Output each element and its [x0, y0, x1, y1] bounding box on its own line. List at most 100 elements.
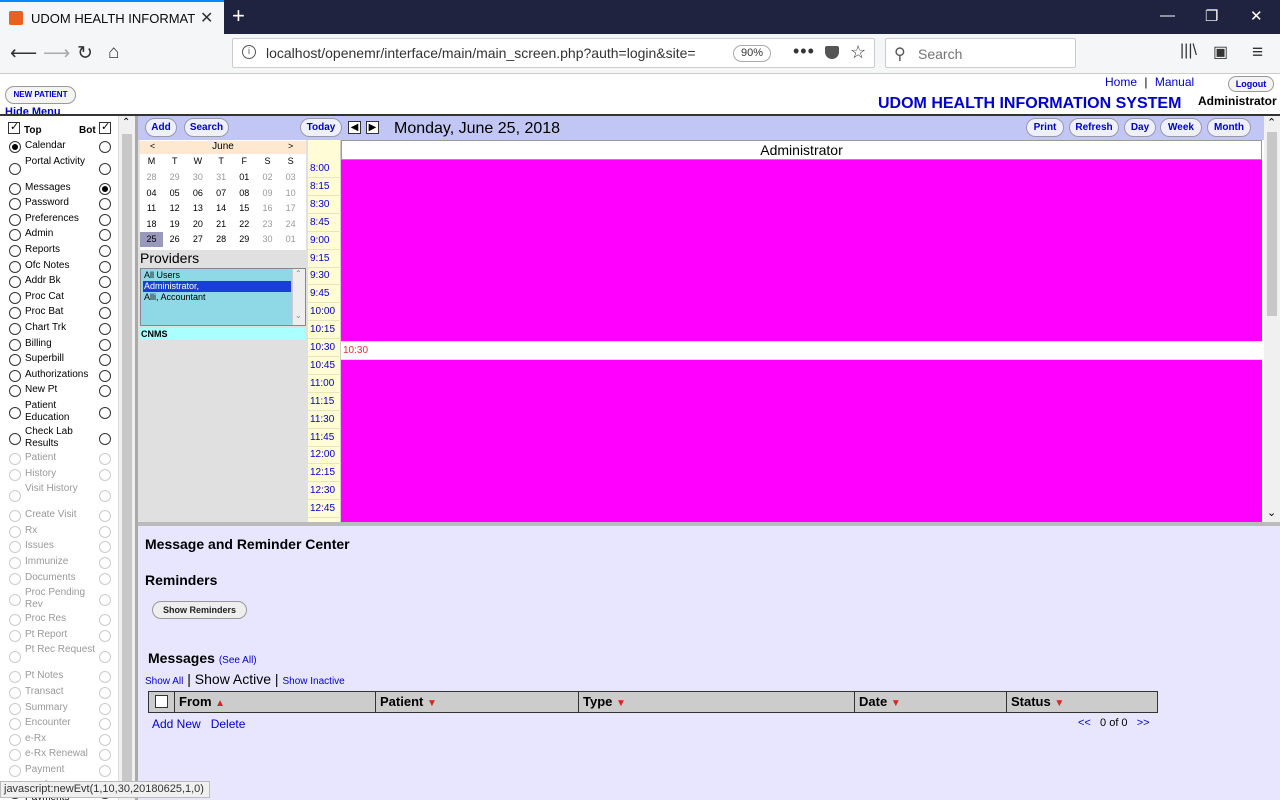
time-slot-label[interactable]: 11:45: [308, 429, 341, 447]
select-all-checkbox[interactable]: [155, 695, 168, 708]
nav-bot-radio[interactable]: [99, 276, 111, 289]
nav-top-radio[interactable]: [9, 594, 21, 607]
scroll-up-icon[interactable]: ⌃: [122, 117, 130, 128]
nav-top-radio[interactable]: [9, 702, 21, 715]
mini-day[interactable]: 20: [186, 217, 209, 232]
nav-top-radio[interactable]: [9, 490, 21, 503]
time-slot-label[interactable]: 8:00: [308, 160, 341, 178]
nav-top-radio[interactable]: [9, 385, 21, 398]
nav-bot-radio[interactable]: [99, 141, 111, 153]
nav-item-label[interactable]: Transact: [25, 686, 97, 698]
nav-top-radio[interactable]: [9, 433, 21, 445]
today-button[interactable]: Today: [300, 118, 342, 137]
mini-day[interactable]: 30: [256, 232, 279, 247]
nav-bot-radio[interactable]: [99, 260, 111, 273]
print-button[interactable]: Print: [1026, 118, 1064, 137]
mini-day[interactable]: 30: [186, 170, 209, 185]
nav-bot-radio[interactable]: [99, 162, 111, 175]
time-slot-label[interactable]: 12:45: [308, 500, 341, 519]
nav-bot-radio[interactable]: [99, 407, 111, 419]
col-status[interactable]: Status ▼: [1006, 692, 1157, 712]
nav-item-label[interactable]: Proc Pending Rev: [25, 587, 97, 611]
nav-bot-radio[interactable]: [99, 687, 111, 699]
nav-item-label[interactable]: History: [25, 468, 97, 480]
nav-bot-radio[interactable]: [99, 385, 111, 398]
nav-top-radio[interactable]: [9, 733, 21, 746]
window-close-icon[interactable]: ✕: [1250, 7, 1263, 25]
nav-top-radio[interactable]: [9, 198, 21, 211]
time-slot-label[interactable]: 12:30: [308, 482, 341, 501]
nav-item-label[interactable]: e-Rx Renewal: [25, 748, 97, 760]
nav-bot-radio[interactable]: [99, 245, 111, 257]
mini-day[interactable]: 17: [279, 201, 302, 216]
week-view-button[interactable]: Week: [1160, 118, 1202, 137]
mini-day[interactable]: 07: [210, 186, 233, 201]
mini-day[interactable]: 02: [256, 170, 279, 185]
top-checkbox[interactable]: [8, 120, 20, 134]
nav-top-radio[interactable]: [9, 276, 21, 289]
col-from[interactable]: From ▲: [174, 692, 379, 712]
nav-top-radio[interactable]: [9, 369, 21, 382]
nav-item-label[interactable]: Rx: [25, 525, 97, 537]
time-slot-label[interactable]: 9:45: [308, 285, 341, 304]
nav-bot-radio[interactable]: [99, 718, 111, 731]
mini-day[interactable]: 05: [163, 186, 186, 201]
nav-top-radio[interactable]: [9, 260, 21, 273]
nav-bot-radio[interactable]: [99, 594, 111, 607]
nav-bot-radio[interactable]: [99, 525, 111, 538]
refresh-button[interactable]: Refresh: [1069, 118, 1119, 137]
nav-top-radio[interactable]: [9, 354, 21, 367]
nav-bot-radio[interactable]: [99, 671, 111, 684]
nav-bot-radio[interactable]: [99, 453, 111, 465]
sidebar-icon[interactable]: ▣: [1213, 42, 1228, 62]
nav-bot-radio[interactable]: [99, 213, 111, 226]
col-type[interactable]: Type ▼: [578, 692, 854, 712]
library-icon[interactable]: |||\: [1180, 42, 1197, 60]
mini-day[interactable]: 21: [210, 217, 233, 232]
mini-day[interactable]: 22: [233, 217, 256, 232]
nav-bot-radio[interactable]: [99, 468, 111, 481]
nav-item-label[interactable]: Pt Rec Request: [25, 644, 97, 656]
hamburger-menu-icon[interactable]: ≡: [1252, 42, 1263, 64]
new-patient-button[interactable]: NEW PATIENT: [5, 86, 76, 104]
time-slot-label[interactable]: 8:45: [308, 214, 341, 232]
nav-top-radio[interactable]: [9, 718, 21, 731]
nav-top-radio[interactable]: [9, 307, 21, 320]
nav-top-radio[interactable]: [9, 765, 21, 777]
home-icon[interactable]: ⌂: [108, 42, 119, 64]
mini-day[interactable]: 03: [279, 170, 302, 185]
nav-bot-radio[interactable]: [99, 541, 111, 554]
nav-item-label[interactable]: Visit History: [25, 483, 97, 495]
time-slot-label[interactable]: 12:00: [308, 446, 341, 465]
mini-day[interactable]: 19: [163, 217, 186, 232]
event-block[interactable]: [341, 160, 1262, 341]
nav-item-label[interactable]: Summary: [25, 702, 97, 714]
nav-item-label[interactable]: Billing: [25, 338, 97, 350]
new-tab-icon[interactable]: +: [232, 3, 245, 29]
nav-item-label[interactable]: Create Visit: [25, 509, 97, 521]
time-slot-label[interactable]: 9:15: [308, 250, 341, 268]
nav-top-radio[interactable]: [9, 162, 21, 175]
nav-top-radio[interactable]: [9, 510, 21, 523]
see-all-link[interactable]: (See All): [219, 655, 257, 666]
close-tab-icon[interactable]: ✕: [200, 8, 213, 28]
nav-item-label[interactable]: e-Rx: [25, 733, 97, 745]
mini-day[interactable]: 04: [140, 186, 163, 201]
nav-scroll-thumb[interactable]: [122, 134, 132, 788]
mini-day[interactable]: 29: [163, 170, 186, 185]
calendar-scroll-thumb[interactable]: [1267, 132, 1277, 316]
time-slot-label[interactable]: 10:15: [308, 321, 341, 340]
mini-day[interactable]: 08: [233, 186, 256, 201]
nav-top-radio[interactable]: [9, 749, 21, 762]
mini-day[interactable]: 12: [163, 201, 186, 216]
nav-item-label[interactable]: Documents: [25, 572, 97, 584]
calendar-scrollbar[interactable]: ⌃ ⌄: [1264, 116, 1280, 522]
nav-bot-radio[interactable]: [99, 490, 111, 503]
mini-day[interactable]: 28: [210, 232, 233, 247]
nav-bot-radio[interactable]: [99, 229, 111, 242]
scroll-up-icon[interactable]: ⌃: [1267, 116, 1276, 129]
nav-top-radio[interactable]: [9, 572, 21, 585]
restore-icon[interactable]: ❐: [1205, 7, 1218, 25]
nav-item-label[interactable]: Payment: [25, 764, 97, 776]
minimize-icon[interactable]: —: [1160, 7, 1175, 24]
